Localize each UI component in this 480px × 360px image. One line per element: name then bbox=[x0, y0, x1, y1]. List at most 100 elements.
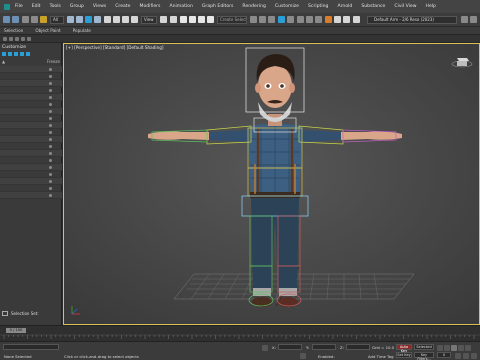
unlink-icon[interactable] bbox=[31, 16, 38, 23]
key-filters-button[interactable]: Key Filters... bbox=[414, 352, 434, 360]
y-coordinate-field[interactable] bbox=[312, 344, 336, 350]
rotate-icon[interactable] bbox=[113, 16, 120, 23]
scene-explorer-row[interactable] bbox=[0, 122, 62, 129]
scene-explorer-row[interactable] bbox=[0, 66, 62, 73]
angle-snap-icon[interactable] bbox=[189, 16, 196, 23]
freeze-toggle-icon[interactable] bbox=[49, 75, 52, 78]
redo-icon[interactable] bbox=[12, 16, 19, 23]
scene-explorer-row[interactable] bbox=[0, 178, 62, 185]
menu-views[interactable]: Views bbox=[93, 4, 106, 9]
window-crossing-icon[interactable] bbox=[94, 16, 101, 23]
menu-help[interactable]: Help bbox=[425, 4, 435, 9]
scene-explorer-row[interactable] bbox=[0, 108, 62, 115]
curve-editor-icon[interactable] bbox=[306, 16, 313, 23]
named-selection-sets-field[interactable]: Create Selection Se bbox=[217, 16, 247, 24]
perspective-viewport[interactable]: [+] [Perspective] [Standard] [Default Sh… bbox=[63, 43, 480, 325]
ribbon-tool-icon[interactable] bbox=[9, 37, 13, 41]
freeze-toggle-icon[interactable] bbox=[49, 194, 52, 197]
current-frame-field[interactable]: 0 bbox=[437, 352, 451, 358]
go-to-end-icon[interactable] bbox=[465, 345, 471, 351]
menu-tools[interactable]: Tools bbox=[50, 4, 61, 9]
freeze-toggle-icon[interactable] bbox=[49, 159, 52, 162]
x-coordinate-field[interactable] bbox=[278, 344, 302, 350]
menu-create[interactable]: Create bbox=[115, 4, 130, 9]
ribbon-tab-populate[interactable]: Populate bbox=[73, 28, 91, 33]
freeze-toggle-icon[interactable] bbox=[49, 145, 52, 148]
z-coordinate-field[interactable] bbox=[346, 344, 370, 350]
edit-named-selection-icon[interactable] bbox=[250, 16, 257, 23]
maxscript-listener-field[interactable] bbox=[3, 344, 59, 350]
ribbon-toggle-icon[interactable] bbox=[297, 16, 304, 23]
time-configuration-icon[interactable] bbox=[455, 353, 461, 359]
ribbon-tool-icon[interactable] bbox=[3, 37, 7, 41]
freeze-toggle-icon[interactable] bbox=[49, 187, 52, 190]
freeze-toggle-icon[interactable] bbox=[49, 131, 52, 134]
add-time-tag[interactable]: Add Time Tag bbox=[368, 354, 393, 359]
menu-customize[interactable]: Customize bbox=[275, 4, 299, 9]
scene-explorer-row[interactable] bbox=[0, 129, 62, 136]
filter-lights-icon[interactable] bbox=[14, 52, 18, 56]
freeze-column-header[interactable]: Freeze bbox=[47, 59, 60, 65]
isolate-selection-icon[interactable] bbox=[300, 353, 306, 359]
time-slider-handle[interactable]: 0 / 100 bbox=[6, 328, 26, 333]
menu-group[interactable]: Group bbox=[70, 4, 84, 9]
scene-explorer-row[interactable] bbox=[0, 150, 62, 157]
go-to-start-icon[interactable] bbox=[437, 345, 443, 351]
select-object-icon[interactable] bbox=[67, 16, 74, 23]
render-setup-icon[interactable] bbox=[334, 16, 341, 23]
project-folder-icon[interactable] bbox=[461, 16, 468, 23]
freeze-toggle-icon[interactable] bbox=[49, 82, 52, 85]
filter-geometry-icon[interactable] bbox=[2, 52, 6, 56]
play-icon[interactable] bbox=[451, 345, 457, 351]
track-bar[interactable] bbox=[0, 334, 480, 341]
next-frame-icon[interactable] bbox=[458, 345, 464, 351]
freeze-toggle-icon[interactable] bbox=[49, 110, 52, 113]
scale-icon[interactable] bbox=[122, 16, 129, 23]
scene-explorer-row[interactable] bbox=[0, 157, 62, 164]
move-icon[interactable] bbox=[104, 16, 111, 23]
selection-filter-dropdown[interactable]: All bbox=[50, 16, 64, 24]
scene-explorer-row[interactable] bbox=[0, 143, 62, 150]
selection-set-icon[interactable] bbox=[2, 311, 8, 316]
mirror-icon[interactable] bbox=[259, 16, 266, 23]
freeze-toggle-icon[interactable] bbox=[49, 124, 52, 127]
filter-helpers-icon[interactable] bbox=[26, 52, 30, 56]
scene-explorer-row[interactable] bbox=[0, 171, 62, 178]
render-production-icon[interactable] bbox=[353, 16, 360, 23]
scene-explorer-row[interactable] bbox=[0, 87, 62, 94]
schematic-view-icon[interactable] bbox=[315, 16, 322, 23]
name-column-header[interactable]: ▲ bbox=[2, 59, 5, 65]
filter-shapes-icon[interactable] bbox=[8, 52, 12, 56]
toolbar-more-icon[interactable] bbox=[470, 16, 477, 23]
scene-explorer-row[interactable] bbox=[0, 73, 62, 80]
toggle-scene-explorer-icon[interactable] bbox=[278, 16, 285, 23]
percent-snap-icon[interactable] bbox=[198, 16, 205, 23]
link-icon[interactable] bbox=[22, 16, 29, 23]
filter-cameras-icon[interactable] bbox=[20, 52, 24, 56]
select-by-name-icon[interactable] bbox=[76, 16, 83, 23]
freeze-toggle-icon[interactable] bbox=[49, 96, 52, 99]
menu-edit[interactable]: Edit bbox=[32, 4, 41, 9]
toggle-layer-explorer-icon[interactable] bbox=[287, 16, 294, 23]
orbit-icon[interactable] bbox=[471, 353, 477, 359]
freeze-toggle-icon[interactable] bbox=[49, 68, 52, 71]
set-key-button[interactable]: Set Key bbox=[396, 352, 412, 358]
viewport-label-menu[interactable]: [+] [Perspective] [Standard] [Default Sh… bbox=[66, 45, 164, 50]
freeze-toggle-icon[interactable] bbox=[49, 89, 52, 92]
menu-civil-view[interactable]: Civil View bbox=[394, 4, 416, 9]
ribbon-tab-object-paint[interactable]: Object Paint bbox=[35, 28, 60, 33]
spinner-snap-icon[interactable] bbox=[207, 16, 214, 23]
bind-space-warp-icon[interactable] bbox=[40, 16, 47, 23]
scene-explorer-row[interactable] bbox=[0, 192, 62, 199]
auto-key-button[interactable]: Auto Key bbox=[396, 344, 412, 353]
ribbon-tool-icon[interactable] bbox=[27, 37, 31, 41]
select-manipulate-icon[interactable] bbox=[170, 16, 177, 23]
pivot-point-icon[interactable] bbox=[160, 16, 167, 23]
freeze-toggle-icon[interactable] bbox=[49, 152, 52, 155]
lock-selection-icon[interactable] bbox=[262, 345, 268, 351]
menu-animation[interactable]: Animation bbox=[169, 4, 192, 9]
menu-modifiers[interactable]: Modifiers bbox=[139, 4, 160, 9]
scene-explorer-row[interactable] bbox=[0, 80, 62, 87]
scene-explorer-row[interactable] bbox=[0, 136, 62, 143]
freeze-toggle-icon[interactable] bbox=[49, 173, 52, 176]
